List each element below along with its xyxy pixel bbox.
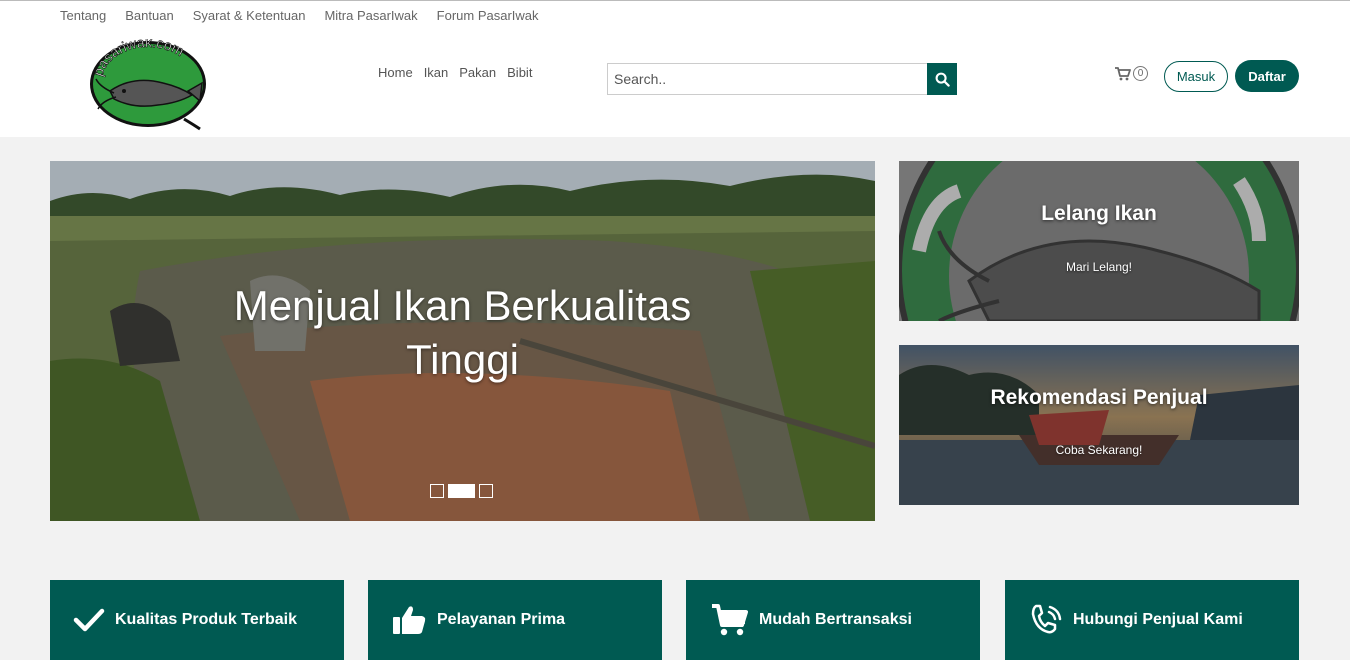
thumbs-up-icon — [390, 600, 428, 640]
cart-button[interactable]: 0 — [1115, 66, 1148, 81]
site-logo[interactable]: pasariwak.com — [88, 39, 212, 131]
cart-icon — [710, 600, 750, 640]
main-nav: Home Ikan Pakan Bibit — [378, 65, 532, 80]
top-link-mitra[interactable]: Mitra PasarIwak — [324, 8, 417, 23]
feature-pelayanan: Pelayanan Prima — [368, 580, 662, 660]
search-input[interactable] — [607, 63, 927, 95]
top-link-bantuan[interactable]: Bantuan — [125, 8, 173, 23]
carousel-indicators — [430, 484, 493, 498]
promo-subtitle-lelang: Mari Lelang! — [1065, 260, 1133, 274]
lelang-banner-image — [899, 161, 1299, 321]
search-icon — [935, 72, 950, 87]
header: Tentang Bantuan Syarat & Ketentuan Mitra… — [0, 0, 1350, 137]
promo-rekomendasi-penjual[interactable]: Rekomendasi Penjual Coba Sekarang! — [899, 345, 1299, 505]
search-bar — [607, 63, 957, 95]
search-button[interactable] — [927, 63, 957, 95]
promo-title-lelang: Lelang Ikan — [1041, 202, 1157, 225]
hero-caption: Menjual Ikan Berkualitas Tinggi — [50, 279, 875, 387]
nav-ikan[interactable]: Ikan — [424, 65, 449, 80]
check-icon — [72, 600, 106, 640]
nav-pakan[interactable]: Pakan — [459, 65, 496, 80]
feature-hubungi: Hubungi Penjual Kami — [1005, 580, 1299, 660]
feature-transaksi: Mudah Bertransaksi — [686, 580, 980, 660]
feature-label-hubungi: Hubungi Penjual Kami — [1073, 611, 1243, 628]
promo-subtitle-rekomendasi: Coba Sekarang! — [1055, 443, 1143, 457]
feature-label-transaksi: Mudah Bertransaksi — [759, 611, 912, 628]
register-button[interactable]: Daftar — [1235, 60, 1299, 92]
cart-icon — [1115, 66, 1131, 80]
nav-home[interactable]: Home — [378, 65, 413, 80]
feature-label-pelayanan: Pelayanan Prima — [437, 611, 566, 628]
top-link-tentang[interactable]: Tentang — [60, 8, 106, 23]
login-button[interactable]: Masuk — [1164, 61, 1228, 92]
promo-lelang-ikan[interactable]: Lelang Ikan Mari Lelang! — [899, 161, 1299, 321]
rekomendasi-banner-image — [899, 345, 1299, 505]
carousel-dot-3[interactable] — [479, 484, 493, 498]
top-link-syarat[interactable]: Syarat & Ketentuan — [193, 8, 306, 23]
carousel-dot-2[interactable] — [448, 484, 475, 498]
feature-label-kualitas: Kualitas Produk Terbaik — [115, 611, 297, 628]
cart-count: 0 — [1133, 66, 1148, 81]
hero-title-line1: Menjual Ikan Berkualitas — [233, 282, 692, 329]
promo-title-rekomendasi: Rekomendasi Penjual — [990, 386, 1208, 409]
phone-icon — [1027, 600, 1065, 640]
hero-carousel[interactable]: Menjual Ikan Berkualitas Tinggi — [50, 161, 875, 521]
nav-bibit[interactable]: Bibit — [507, 65, 532, 80]
carousel-dot-1[interactable] — [430, 484, 444, 498]
top-link-forum[interactable]: Forum PasarIwak — [437, 8, 539, 23]
top-links: Tentang Bantuan Syarat & Ketentuan Mitra… — [60, 8, 539, 23]
hero-title-line2: Tinggi — [406, 336, 519, 383]
feature-kualitas: Kualitas Produk Terbaik — [50, 580, 344, 660]
